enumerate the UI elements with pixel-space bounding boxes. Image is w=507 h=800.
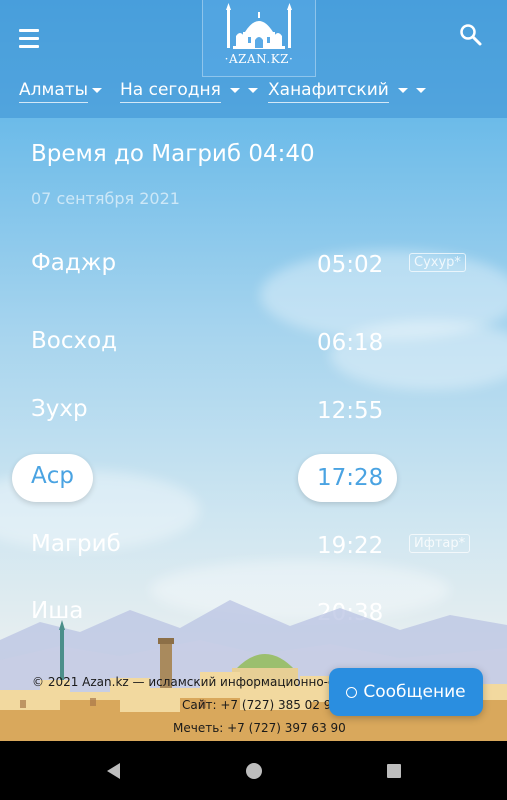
madhab-dropdown[interactable]: Ханафитский bbox=[268, 80, 426, 104]
back-button[interactable] bbox=[102, 759, 126, 783]
prayer-name: Восход bbox=[31, 328, 118, 354]
copyright-text: © 2021 Azan.kz — исламский информационно… bbox=[32, 675, 343, 689]
prayer-time: 05:02 bbox=[317, 252, 384, 278]
recents-button[interactable] bbox=[382, 759, 406, 783]
prayer-name: Аср bbox=[31, 463, 74, 489]
date-text: 07 сентября 2021 bbox=[31, 189, 180, 208]
madhab-label: Ханафитский bbox=[268, 80, 389, 103]
city-label: Алматы bbox=[19, 80, 89, 103]
suhur-badge: Сухур* bbox=[409, 253, 466, 272]
chevron-down-icon bbox=[92, 87, 103, 93]
chevron-down-icon bbox=[247, 87, 258, 93]
chevron-down-icon bbox=[398, 87, 409, 93]
system-navigation-bar bbox=[0, 741, 507, 800]
city-dropdown[interactable]: Алматы bbox=[19, 80, 103, 104]
home-circle-icon bbox=[246, 763, 262, 779]
search-icon bbox=[460, 24, 482, 46]
header: ·AZAN.KZ· Алматы На сегодня Ханафитский bbox=[0, 0, 507, 118]
countdown-text: Время до Магриб 04:40 bbox=[31, 141, 315, 167]
iftar-badge: Ифтар* bbox=[409, 534, 471, 553]
menu-button[interactable] bbox=[16, 24, 46, 52]
logo-text: ·AZAN.KZ· bbox=[224, 52, 294, 66]
prayer-time: 12:55 bbox=[317, 398, 384, 424]
logo[interactable]: ·AZAN.KZ· bbox=[202, 0, 316, 77]
prayer-name: Магриб bbox=[31, 531, 121, 557]
app-screen: ·AZAN.KZ· Алматы На сегодня Ханафитский … bbox=[0, 0, 507, 741]
message-button[interactable]: Сообщение bbox=[329, 668, 483, 716]
prayer-time: 06:18 bbox=[317, 330, 384, 356]
hamburger-menu-icon bbox=[19, 29, 39, 32]
mosque-logo-icon bbox=[226, 3, 292, 49]
back-triangle-icon bbox=[107, 763, 120, 779]
site-phone-text: Сайт: +7 (727) 385 02 95 bbox=[182, 698, 340, 712]
mosque-phone-text: Мечеть: +7 (727) 397 63 90 bbox=[173, 721, 346, 735]
prayer-time: 17:28 bbox=[317, 465, 384, 491]
message-button-label: Сообщение bbox=[363, 682, 466, 702]
prayer-name: Фаджр bbox=[31, 250, 117, 276]
period-label: На сегодня bbox=[120, 80, 221, 103]
chevron-down-icon bbox=[230, 87, 241, 93]
recents-square-icon bbox=[387, 764, 401, 778]
chevron-down-icon bbox=[415, 87, 426, 93]
search-button[interactable] bbox=[458, 22, 484, 48]
prayer-name: Зухр bbox=[31, 396, 88, 422]
prayer-time: 19:22 bbox=[317, 533, 384, 559]
chat-icon bbox=[346, 686, 358, 698]
period-dropdown[interactable]: На сегодня bbox=[120, 80, 258, 104]
home-button[interactable] bbox=[242, 759, 266, 783]
